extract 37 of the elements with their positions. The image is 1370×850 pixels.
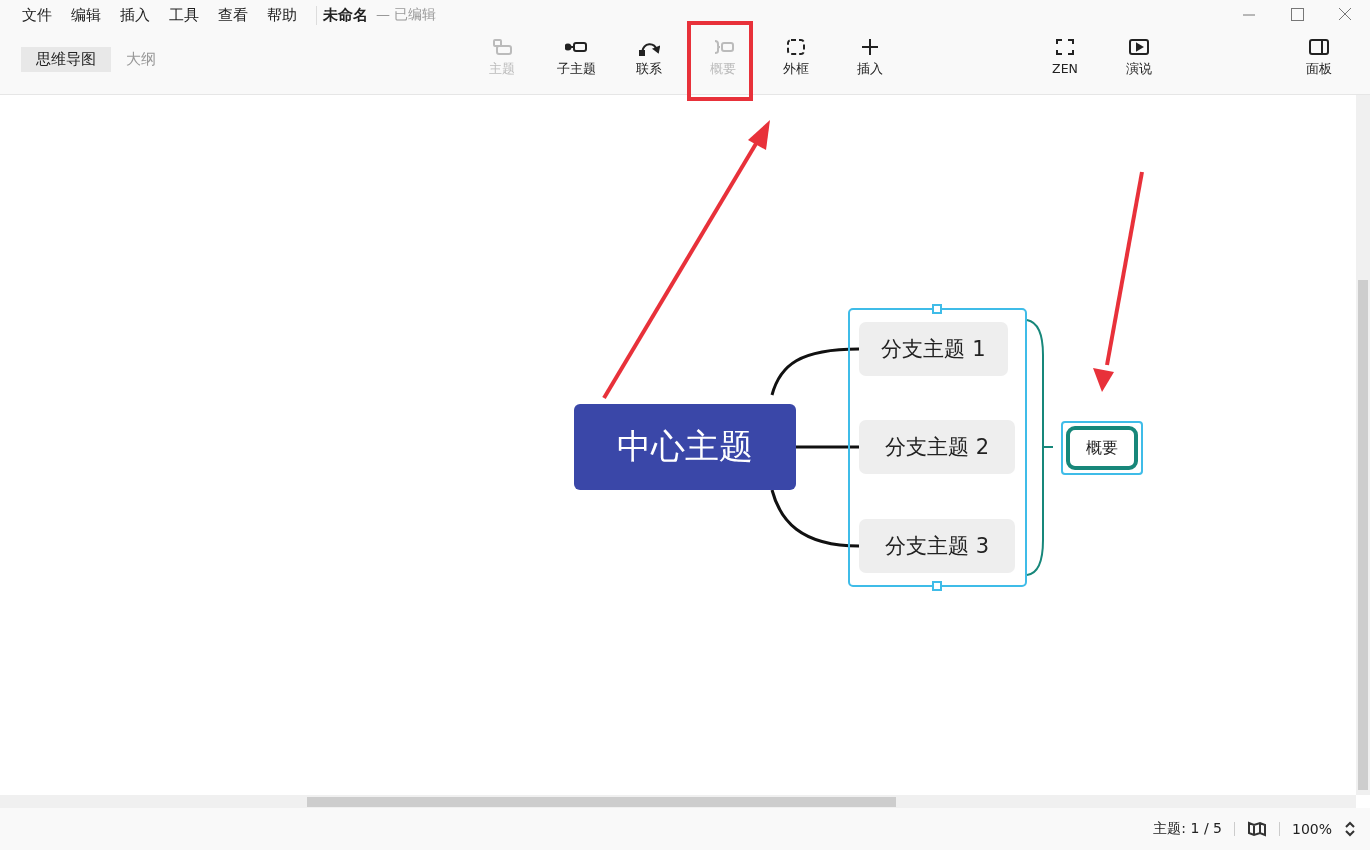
toolbar-button[interactable]: ZEN: [1035, 38, 1095, 76]
dashed-frame-icon: [785, 38, 807, 56]
branch-topic[interactable]: 分支主题 2: [859, 420, 1015, 474]
central-topic[interactable]: 中心主题: [574, 404, 796, 490]
plus-icon: [859, 38, 881, 56]
toolbar-button[interactable]: 插入: [840, 38, 900, 78]
document-title: 未命名: [316, 5, 368, 25]
toolbar-button[interactable]: 子主题: [546, 38, 606, 78]
scrollbar-thumb[interactable]: [1358, 280, 1368, 790]
chevron-up-down-icon[interactable]: [1344, 820, 1356, 838]
panel-icon: [1308, 38, 1330, 56]
toolbar-button[interactable]: 演说: [1109, 38, 1169, 78]
branch-topic[interactable]: 分支主题 3: [859, 519, 1015, 573]
menu-item[interactable]: 编辑: [71, 5, 101, 25]
connector-line: [796, 445, 859, 449]
play-icon: [1128, 38, 1150, 56]
branch-topic[interactable]: 分支主题 1: [859, 322, 1008, 376]
topic-count: 主题: 1 / 5: [1153, 820, 1222, 838]
topic-icon: [491, 38, 513, 56]
view-tab[interactable]: 思维导图: [21, 47, 111, 72]
scrollbar-thumb[interactable]: [307, 797, 896, 807]
bracket-icon: [712, 38, 734, 56]
horizontal-scrollbar[interactable]: [0, 795, 1356, 808]
vertical-scrollbar[interactable]: [1356, 95, 1370, 795]
menu-item[interactable]: 插入: [120, 5, 150, 25]
zoom-level[interactable]: 100%: [1291, 821, 1332, 837]
toolbar-button[interactable]: 联系: [619, 38, 679, 78]
menu-item[interactable]: 工具: [169, 5, 199, 25]
fullscreen-icon: [1054, 38, 1076, 56]
summary-topic[interactable]: 概要: [1061, 421, 1143, 475]
edit-status: — 已编辑: [376, 6, 437, 24]
menu-item[interactable]: 文件: [22, 5, 52, 25]
book-icon[interactable]: [1246, 821, 1267, 837]
menu-item[interactable]: 查看: [218, 5, 248, 25]
toolbar-button[interactable]: 面板: [1289, 38, 1349, 78]
menu-item[interactable]: 帮助: [267, 5, 297, 25]
toolbar-button[interactable]: 外框: [766, 38, 826, 78]
